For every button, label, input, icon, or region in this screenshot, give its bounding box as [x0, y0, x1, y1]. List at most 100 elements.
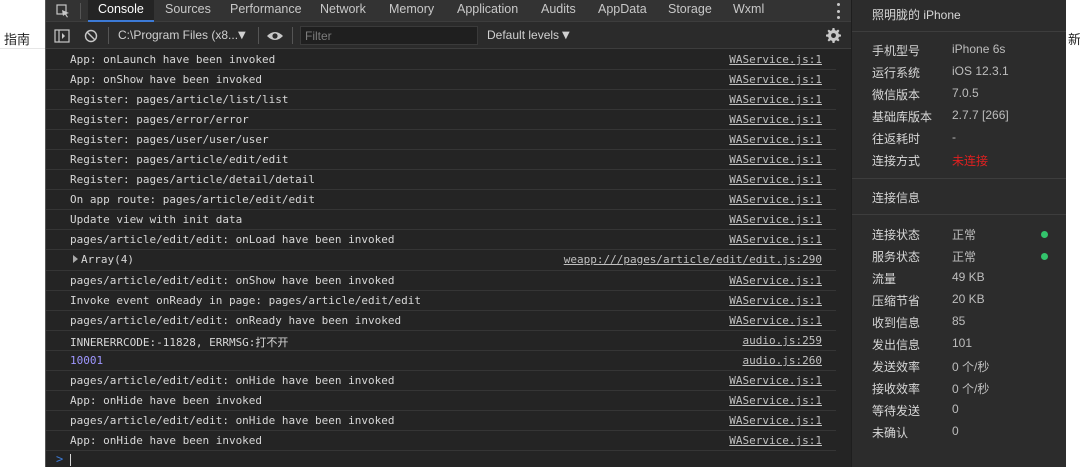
tab-sources[interactable]: Sources	[165, 0, 211, 22]
info-row-rtt: 往返耗时 -	[872, 130, 1062, 148]
info-key: 流量	[872, 272, 897, 286]
info-value: 20 KB	[952, 292, 985, 306]
source-link[interactable]: WAService.js:1	[729, 93, 822, 106]
info-value: -	[952, 130, 956, 144]
console-input[interactable]: >	[46, 451, 852, 467]
source-link[interactable]: WAService.js:1	[729, 73, 822, 86]
info-key: 发送效率	[872, 360, 921, 374]
info-key: 服务状态	[872, 250, 921, 264]
info-key: 连接状态	[872, 228, 921, 242]
console-row: pages/article/edit/edit: onLoad have bee…	[46, 230, 836, 250]
console-row: App: onLaunch have been invoked WAService…	[46, 50, 836, 70]
console-row: Invoke event onReady in page: pages/arti…	[46, 291, 836, 311]
info-key: 连接方式	[872, 154, 921, 168]
chevron-down-icon: ▼	[238, 30, 246, 41]
source-link[interactable]: WAService.js:1	[729, 133, 822, 146]
info-row-unacked: 未确认 0	[872, 424, 1062, 442]
info-key: 往返耗时	[872, 132, 921, 146]
source-link[interactable]: audio.js:260	[743, 354, 822, 367]
tab-performance[interactable]: Performance	[230, 0, 302, 22]
device-name: 照明胧的 iPhone	[872, 8, 961, 22]
inspect-element-icon[interactable]	[46, 0, 80, 22]
page-divider	[0, 48, 45, 49]
info-value: 0 个/秒	[952, 360, 990, 374]
tab-console[interactable]: Console	[88, 0, 154, 22]
source-link[interactable]: WAService.js:1	[729, 394, 822, 407]
source-link[interactable]: weapp:///pages/article/edit/edit.js:290	[564, 253, 822, 266]
console-message: INNERERRCODE:-11828, ERRMSG:打不开	[70, 336, 289, 349]
log-levels-select[interactable]: Default levels	[487, 26, 559, 45]
source-link[interactable]: WAService.js:1	[729, 173, 822, 186]
console-row: On app route: pages/article/edit/edit WAS…	[46, 190, 836, 210]
info-key: 手机型号	[872, 44, 921, 58]
console-message: pages/article/edit/edit: onLoad have bee…	[70, 233, 395, 246]
info-row-lib-version: 基础库版本 2.7.7 [266]	[872, 108, 1062, 126]
source-link[interactable]: WAService.js:1	[729, 314, 822, 327]
source-link[interactable]: audio.js:259	[743, 334, 822, 347]
device-info-panel: 照明胧的 iPhone 手机型号 iPhone 6s 运行系统 iOS 12.3.1…	[851, 0, 1067, 467]
console-row-expandable[interactable]: Array(4) weapp:///pages/article/edit/edit…	[46, 250, 836, 271]
console-row: App: onShow have been invoked WAService.j…	[46, 70, 836, 90]
context-select[interactable]: C:\Program Files (x8...	[118, 26, 250, 45]
panel-divider	[852, 214, 1067, 215]
gear-icon[interactable]	[826, 22, 841, 49]
tab-network[interactable]: Network	[320, 0, 366, 22]
devtools-panel: Console Sources Performance Network Memo…	[45, 0, 852, 467]
sidebar-toggle-icon[interactable]	[54, 22, 70, 49]
console-row: 10001 audio.js:260	[46, 351, 836, 371]
console-message: App: onHide have been invoked	[70, 434, 263, 447]
source-link[interactable]: WAService.js:1	[729, 233, 822, 246]
console-message: pages/article/edit/edit: onShow have bee…	[70, 274, 395, 287]
info-row-pending: 等待发送 0	[872, 402, 1062, 420]
filter-input[interactable]	[300, 26, 478, 45]
tab-appdata[interactable]: AppData	[598, 0, 647, 22]
info-value: iPhone 6s	[952, 42, 1006, 56]
source-link[interactable]: WAService.js:1	[729, 113, 822, 126]
source-link[interactable]: WAService.js:1	[729, 274, 822, 287]
page-nav-guide[interactable]: 指南	[4, 29, 30, 48]
source-link[interactable]: WAService.js:1	[729, 374, 822, 387]
info-row-connection: 连接方式 未连接	[872, 152, 1062, 170]
console-message: Register: pages/article/detail/detail	[70, 173, 316, 186]
chevron-down-icon: ▼	[562, 30, 570, 41]
source-link[interactable]: WAService.js:1	[729, 193, 822, 206]
console-message: Register: pages/user/user/user	[70, 133, 269, 146]
more-menu-icon[interactable]	[836, 3, 840, 19]
console-message: App: onLaunch have been invoked	[70, 53, 276, 66]
info-value: 49 KB	[952, 270, 985, 284]
info-value: 0	[952, 402, 959, 416]
source-link[interactable]: WAService.js:1	[729, 414, 822, 427]
info-value: iOS 12.3.1	[952, 64, 1009, 78]
source-link[interactable]: WAService.js:1	[729, 53, 822, 66]
info-row-received: 收到信息 85	[872, 314, 1062, 332]
section-title: 连接信息	[872, 191, 921, 205]
tab-storage[interactable]: Storage	[668, 0, 712, 22]
page-nav-new[interactable]: 新	[1068, 29, 1080, 48]
console-toolbar: C:\Program Files (x8... ▼ Default levels…	[46, 22, 852, 49]
tab-memory[interactable]: Memory	[389, 0, 434, 22]
console-object[interactable]: Array(4)	[81, 253, 134, 266]
console-message: On app route: pages/article/edit/edit	[70, 193, 316, 206]
info-value: 正常	[952, 250, 977, 264]
panel-divider	[852, 178, 1067, 179]
console-number: 10001	[70, 354, 104, 367]
source-link[interactable]: WAService.js:1	[729, 153, 822, 166]
info-row-service-status: 服务状态 正常	[872, 248, 1062, 266]
info-key: 基础库版本	[872, 110, 933, 124]
info-row-model: 手机型号 iPhone 6s	[872, 42, 1062, 60]
tab-wxml[interactable]: Wxml	[733, 0, 764, 22]
tab-audits[interactable]: Audits	[541, 0, 576, 22]
clear-console-icon[interactable]	[84, 22, 98, 49]
console-row: Register: pages/article/list/list WAServi…	[46, 90, 836, 110]
info-key: 未确认	[872, 426, 909, 440]
expand-arrow-icon[interactable]	[73, 255, 78, 263]
tab-application[interactable]: Application	[457, 0, 518, 22]
info-value: 2.7.7 [266]	[952, 108, 1009, 122]
info-key: 运行系统	[872, 66, 921, 80]
source-link[interactable]: WAService.js:1	[729, 434, 822, 447]
console-row: Register: pages/user/user/user WAService.…	[46, 130, 836, 150]
status-dot-icon	[1041, 231, 1048, 238]
source-link[interactable]: WAService.js:1	[729, 294, 822, 307]
eye-icon[interactable]	[266, 22, 284, 49]
source-link[interactable]: WAService.js:1	[729, 213, 822, 226]
